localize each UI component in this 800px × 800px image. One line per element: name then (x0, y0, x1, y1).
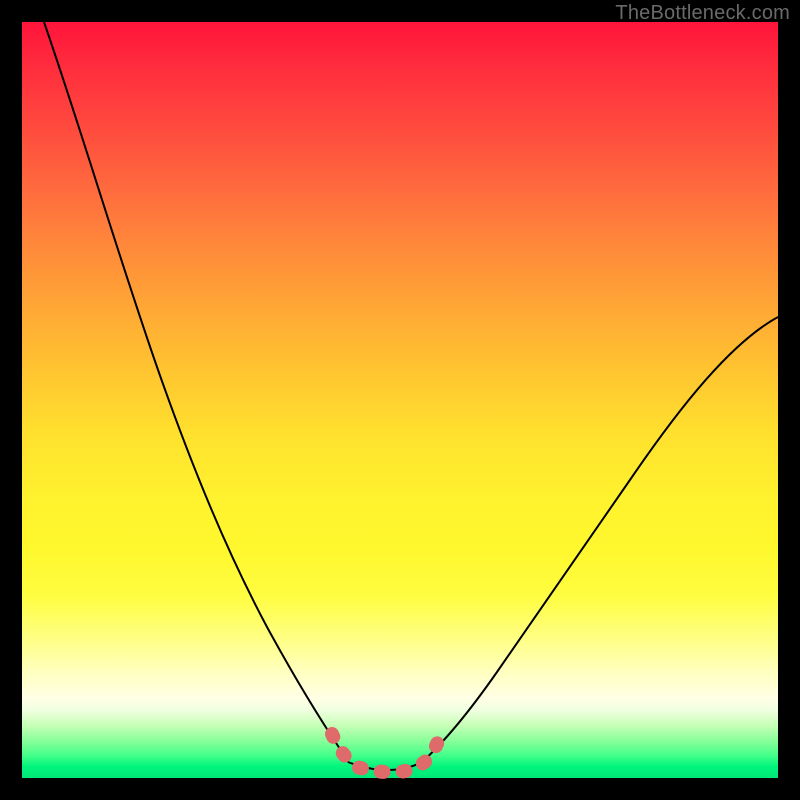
curve-left-branch (44, 22, 348, 762)
watermark-text: TheBottleneck.com (615, 2, 790, 25)
valley-highlight-dash (332, 730, 442, 772)
curve-layer (22, 22, 778, 778)
curve-right-branch (422, 317, 778, 762)
plot-area (22, 22, 778, 778)
chart-frame: TheBottleneck.com (0, 0, 800, 800)
